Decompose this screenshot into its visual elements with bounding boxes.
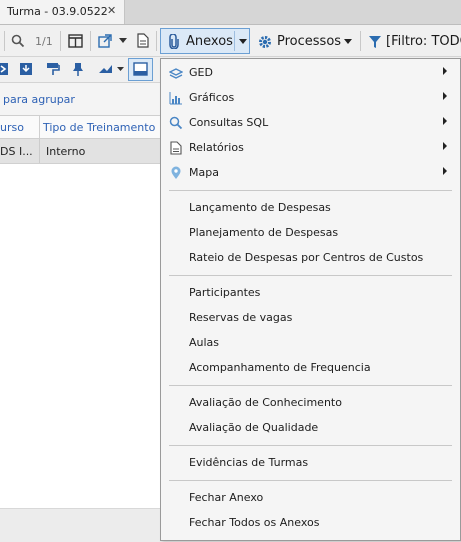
external-link-icon[interactable]: [98, 34, 112, 52]
pin-icon[interactable]: [73, 62, 83, 76]
menu-item-label: Reservas de vagas: [189, 311, 293, 324]
menu-item-label: Fechar Todos os Anexos: [189, 516, 320, 529]
toolbar-divider: [60, 31, 61, 51]
split-divider: [234, 31, 235, 51]
paint-roller-icon[interactable]: [46, 62, 60, 76]
chevron-down-icon[interactable]: [344, 39, 352, 45]
close-icon[interactable]: ✕: [107, 4, 116, 17]
menu-item-rateio-despesas[interactable]: Rateio de Despesas por Centros de Custos: [161, 247, 460, 269]
group-hint-text: para agrupar: [3, 93, 75, 106]
submenu-arrow-icon: [443, 92, 447, 100]
menu-item-planejamento-despesas[interactable]: Planejamento de Despesas: [161, 222, 460, 244]
menu-item-label: Mapa: [189, 166, 219, 179]
submenu-arrow-icon: [443, 67, 447, 75]
menu-item-label: Fechar Anexo: [189, 491, 264, 504]
toolbar-divider: [156, 31, 157, 51]
chevron-down-icon[interactable]: [239, 39, 247, 45]
menu-item-lancamento-despesas[interactable]: Lançamento de Despesas: [161, 197, 460, 219]
menu-item-reservas-vagas[interactable]: Reservas de vagas: [161, 307, 460, 329]
column-header-tipo-treinamento[interactable]: Tipo de Treinamento: [43, 121, 155, 134]
columns-icon[interactable]: [68, 34, 83, 52]
toolbar-divider: [360, 31, 361, 51]
column-header-curso[interactable]: urso: [0, 121, 24, 134]
menu-item-acompanhamento-frequencia[interactable]: Acompanhamento de Frequencia: [161, 357, 460, 379]
chevron-down-icon[interactable]: [117, 67, 124, 72]
menu-item-fechar-anexo[interactable]: Fechar Anexo: [161, 487, 460, 509]
ged-icon: [169, 68, 183, 79]
menu-item-label: Consultas SQL: [189, 116, 269, 129]
menu-separator: [169, 190, 452, 191]
download-icon[interactable]: [19, 62, 33, 76]
anexos-label: Anexos: [186, 34, 233, 49]
column-divider[interactable]: [39, 116, 40, 138]
cell-tipo-treinamento[interactable]: Interno: [46, 145, 85, 158]
menu-separator: [169, 445, 452, 446]
tab-strip: Turma - 03.9.0522 ✕: [0, 0, 461, 25]
search-icon[interactable]: [11, 34, 25, 52]
anexos-dropdown-menu: GED Gráficos Consultas SQL Relatórios Ma…: [160, 58, 461, 541]
menu-separator: [169, 480, 452, 481]
menu-item-label: Evidências de Turmas: [189, 456, 309, 469]
submenu-arrow-icon: [443, 117, 447, 125]
menu-item-participantes[interactable]: Participantes: [161, 282, 460, 304]
menu-separator: [169, 275, 452, 276]
menu-separator: [169, 385, 452, 386]
menu-item-label: Relatórios: [189, 141, 244, 154]
menu-item-label: Avaliação de Conhecimento: [189, 396, 342, 409]
menu-item-consultas-sql[interactable]: Consultas SQL: [161, 112, 460, 134]
menu-item-graficos[interactable]: Gráficos: [161, 87, 460, 109]
menu-item-label: Gráficos: [189, 91, 235, 104]
menu-item-label: Lançamento de Despesas: [189, 201, 331, 214]
gear-icon: [259, 36, 271, 48]
processos-button[interactable]: Processos: [277, 34, 341, 49]
menu-item-label: Planejamento de Despesas: [189, 226, 339, 239]
menu-item-fechar-todos-anexos[interactable]: Fechar Todos os Anexos: [161, 512, 460, 534]
menu-item-label: Acompanhamento de Frequencia: [189, 361, 371, 374]
chart-icon: [169, 92, 182, 105]
menu-item-label: Participantes: [189, 286, 261, 299]
menu-item-evidencias-turmas[interactable]: Evidências de Turmas: [161, 452, 460, 474]
paperclip-icon: [169, 34, 179, 49]
filter-icon[interactable]: [369, 35, 381, 49]
menu-item-aulas[interactable]: Aulas: [161, 332, 460, 354]
tab-title: Turma - 03.9.0522: [7, 5, 108, 18]
chart-dropdown-icon[interactable]: [98, 63, 116, 75]
menu-item-label: Rateio de Despesas por Centros de Custos: [189, 251, 424, 264]
filter-label[interactable]: [Filtro: TODO: [386, 34, 461, 49]
document-icon[interactable]: [137, 33, 149, 51]
toolbar-divider: [4, 31, 5, 51]
pager: 1/1: [35, 35, 53, 48]
menu-item-relatorios[interactable]: Relatórios: [161, 137, 460, 159]
cell-curso[interactable]: DS I...: [0, 145, 33, 158]
menu-item-mapa[interactable]: Mapa: [161, 162, 460, 184]
menu-item-avaliacao-conhecimento[interactable]: Avaliação de Conhecimento: [161, 392, 460, 414]
menu-item-label: Avaliação de Qualidade: [189, 421, 319, 434]
menu-item-label: Aulas: [189, 336, 220, 349]
menu-item-ged[interactable]: GED: [161, 62, 460, 84]
document-icon: [170, 141, 182, 155]
menu-item-label: GED: [189, 66, 213, 79]
column-divider: [39, 139, 40, 163]
submenu-arrow-icon: [443, 142, 447, 150]
tab-turma[interactable]: Turma - 03.9.0522 ✕: [0, 0, 125, 24]
chevron-down-icon[interactable]: [119, 38, 127, 56]
toolbar-divider: [90, 31, 91, 51]
submenu-arrow-icon: [443, 167, 447, 175]
menu-item-avaliacao-qualidade[interactable]: Avaliação de Qualidade: [161, 417, 460, 439]
import-icon[interactable]: [0, 62, 9, 76]
map-pin-icon: [171, 166, 181, 179]
search-icon: [169, 116, 183, 130]
panel-icon: [133, 62, 148, 76]
